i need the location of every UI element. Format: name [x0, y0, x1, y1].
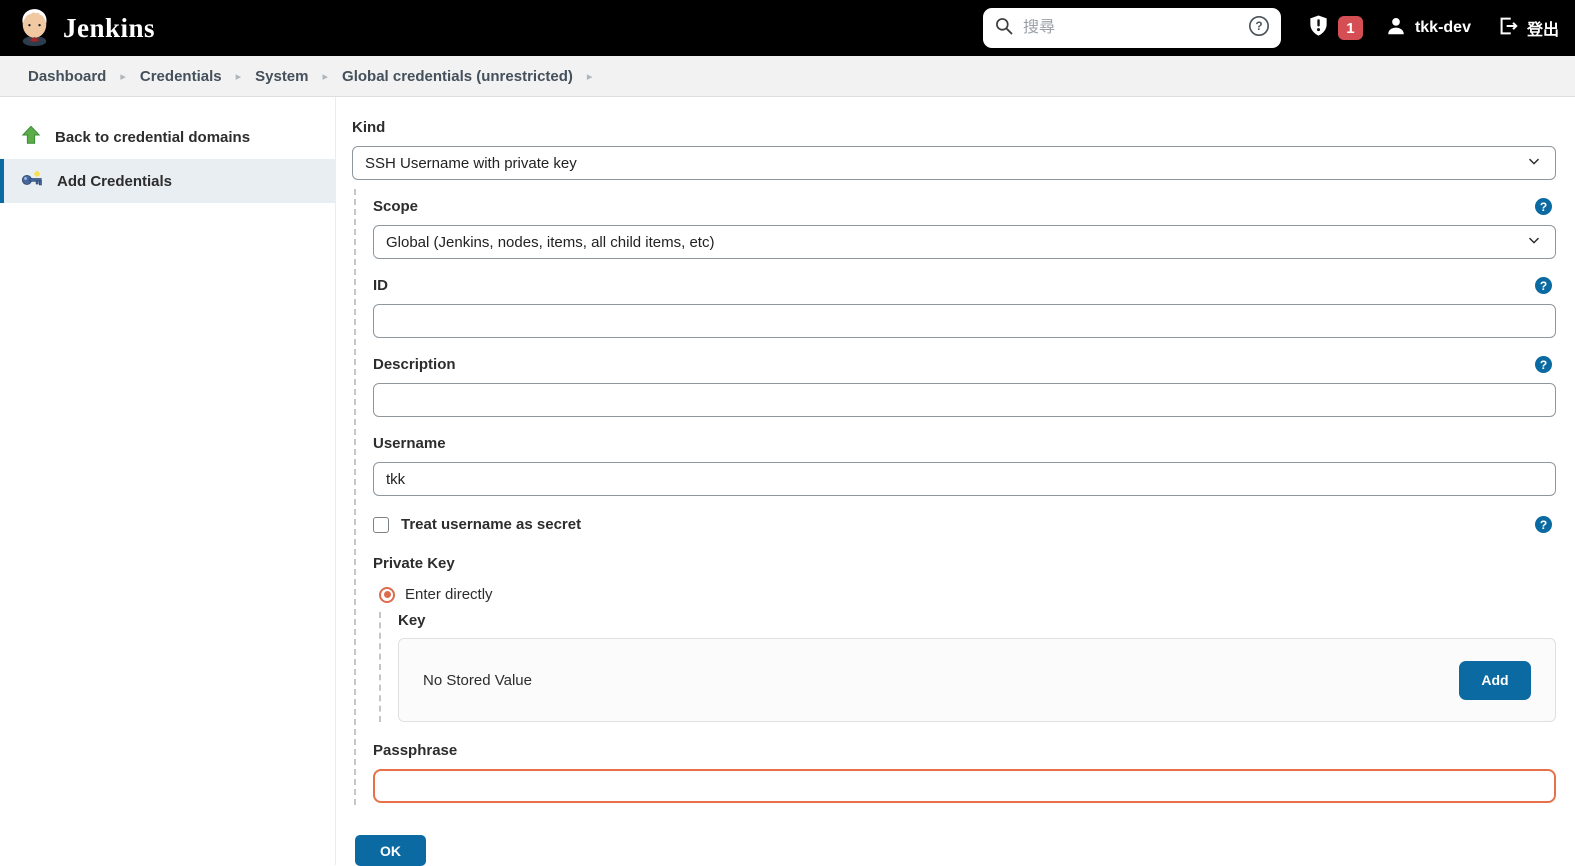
scope-select-value: Global (Jenkins, nodes, items, all child…	[386, 233, 715, 251]
chevron-right-icon: ▸	[322, 70, 329, 83]
main-area: Back to credential domains Add Credentia…	[0, 97, 1575, 866]
description-label: Description	[373, 356, 456, 373]
id-input[interactable]	[373, 304, 1556, 338]
enter-directly-radio-row[interactable]: Enter directly	[379, 586, 1556, 603]
sidebar-item-label: Add Credentials	[57, 172, 173, 190]
sidebar-item-add-credentials[interactable]: Add Credentials	[0, 159, 335, 203]
user-menu[interactable]: tkk-dev	[1385, 15, 1471, 42]
kind-select-value: SSH Username with private key	[365, 154, 577, 172]
sidebar-item-label: Back to credential domains	[55, 128, 251, 146]
breadcrumb-system[interactable]: System	[255, 68, 308, 85]
private-key-label: Private Key	[373, 555, 455, 572]
chevron-right-icon: ▸	[120, 70, 126, 83]
search-box[interactable]: ?	[982, 8, 1281, 48]
scope-field: Scope ? Global (Jenkins, nodes, items, a…	[373, 198, 1556, 259]
key-label: Key	[398, 612, 426, 629]
kind-label: Kind	[352, 119, 386, 136]
help-icon[interactable]: ?	[1535, 198, 1552, 215]
up-arrow-icon	[20, 124, 42, 150]
user-name: tkk-dev	[1414, 19, 1471, 36]
jenkins-home-link[interactable]: Jenkins	[16, 5, 155, 52]
brand-title: Jenkins	[63, 12, 156, 43]
description-input[interactable]	[373, 383, 1556, 417]
help-icon[interactable]: ?	[1535, 277, 1552, 294]
breadcrumb-credentials[interactable]: Credentials	[140, 68, 222, 85]
passphrase-label: Passphrase	[373, 742, 458, 759]
svg-text:?: ?	[1255, 19, 1262, 33]
breadcrumb-dashboard[interactable]: Dashboard	[28, 68, 106, 85]
id-label: ID	[373, 277, 388, 294]
treat-username-secret-row: Treat username as secret ?	[373, 516, 1556, 533]
chevron-right-icon: ▸	[235, 70, 242, 83]
description-field: Description ?	[373, 356, 1556, 417]
treat-username-secret-label: Treat username as secret	[401, 516, 582, 533]
passphrase-input[interactable]	[373, 769, 1556, 803]
search-icon	[994, 16, 1014, 41]
breadcrumb-context-caret[interactable]: ▸	[573, 70, 593, 83]
scope-label: Scope	[373, 198, 419, 215]
username-field: Username	[373, 435, 1556, 496]
shield-warning-icon	[1307, 13, 1330, 43]
chevron-down-icon	[1525, 152, 1543, 174]
key-secret-box: No Stored Value Add	[398, 638, 1556, 722]
chevron-down-icon	[1525, 231, 1543, 253]
search-help-icon[interactable]: ?	[1248, 15, 1270, 42]
username-label: Username	[373, 435, 446, 452]
top-bar: Jenkins ? 1 tk	[0, 0, 1575, 56]
sidebar: Back to credential domains Add Credentia…	[0, 97, 336, 865]
logout-icon	[1497, 15, 1519, 42]
help-icon[interactable]: ?	[1535, 516, 1552, 533]
breadcrumb-global-credentials[interactable]: Global credentials (unrestricted)	[342, 68, 573, 85]
ssh-credential-section: Scope ? Global (Jenkins, nodes, items, a…	[354, 189, 1556, 805]
username-input[interactable]	[373, 462, 1556, 496]
passphrase-field: Passphrase	[373, 742, 1556, 803]
scope-select[interactable]: Global (Jenkins, nodes, items, all child…	[373, 225, 1556, 259]
jenkins-butler-logo-icon	[16, 5, 53, 52]
kind-select[interactable]: SSH Username with private key	[352, 146, 1556, 180]
key-subsection: Key No Stored Value Add	[379, 612, 1556, 722]
security-monitor-button[interactable]: 1	[1307, 13, 1363, 43]
topbar-right: ? 1 tkk-dev 登出	[982, 8, 1559, 48]
sidebar-item-back-to-credential-domains[interactable]: Back to credential domains	[0, 115, 335, 159]
key-icon	[20, 167, 44, 195]
ok-button[interactable]: OK	[355, 835, 426, 866]
enter-directly-label: Enter directly	[405, 586, 493, 603]
search-input[interactable]	[1022, 19, 1239, 37]
breadcrumb: Dashboard ▸ Credentials ▸ System ▸ Globa…	[0, 56, 1575, 97]
add-key-button[interactable]: Add	[1459, 660, 1531, 700]
no-stored-value-text: No Stored Value	[423, 671, 532, 689]
radio-selected-icon[interactable]	[379, 586, 395, 603]
add-credentials-form: Kind SSH Username with private key Scope…	[336, 97, 1575, 866]
logout-label: 登出	[1526, 22, 1559, 39]
notification-count-badge: 1	[1337, 16, 1363, 40]
private-key-group: Private Key Enter directly Key No Stored…	[373, 555, 1556, 722]
help-icon[interactable]: ?	[1535, 356, 1552, 373]
person-icon	[1385, 15, 1407, 42]
treat-username-secret-checkbox[interactable]	[373, 516, 389, 533]
logout-button[interactable]: 登出	[1497, 15, 1559, 42]
id-field: ID ?	[373, 277, 1556, 338]
